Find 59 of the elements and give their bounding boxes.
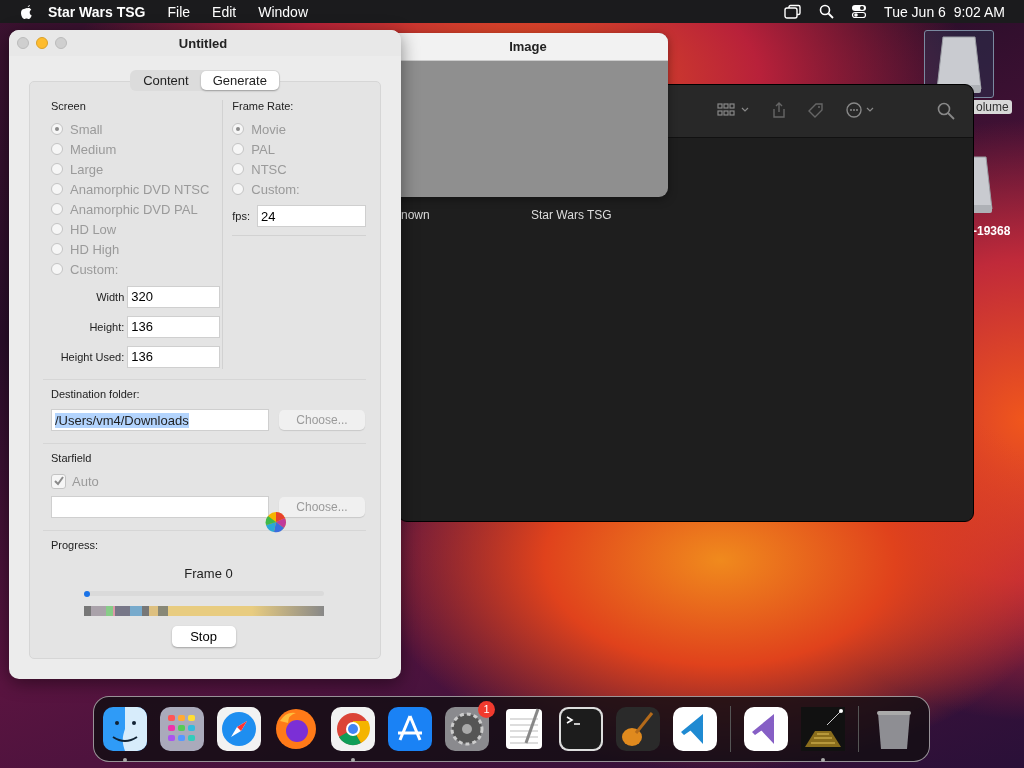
field-label: Height: [89,320,125,333]
share-icon[interactable] [771,102,787,120]
path-field[interactable] [51,496,269,518]
field-label: Width [96,290,125,303]
radio-label: NTSC [251,161,287,177]
finder-face-icon[interactable] [103,707,147,751]
tab[interactable]: Content [131,71,201,90]
radio-label: HD Low [70,221,117,237]
radio-label: Movie [251,121,286,137]
guitar-icon[interactable] [616,707,660,751]
drive-label: olume [973,100,1012,114]
ribbon-icon[interactable] [744,707,788,751]
checkbox-label: Auto [72,473,99,489]
section-label: Destination folder: [51,388,141,402]
toggle-icon[interactable] [851,4,868,19]
path-field[interactable]: /Users/vm4/Downloads [51,409,269,431]
menu-item[interactable]: Edit [212,3,237,20]
compass-icon[interactable] [217,707,261,751]
tag-icon[interactable] [807,102,825,120]
number-field[interactable]: 320 [127,285,221,308]
tab[interactable]: Generate [200,71,279,90]
radio-label: Custom: [70,261,119,277]
number-field[interactable]: 136 [127,345,221,368]
spinning-wheel-cursor-icon [265,511,287,533]
field-label: fps: [232,210,250,222]
stop-button[interactable]: Stop [171,626,236,647]
section-label: Screen [51,100,87,114]
terminal-icon[interactable] [559,707,603,751]
apple-logo-icon [20,3,34,20]
letter-a-icon[interactable] [388,707,432,751]
app-menu[interactable]: Star Wars TSG [48,3,146,20]
fps-field[interactable]: 24 [257,205,366,227]
radio-label: Anamorphic DVD NTSC [70,181,210,197]
search-icon[interactable] [819,4,835,19]
radio-label: Anamorphic DVD PAL [70,201,198,217]
section-label: Progress: [51,539,100,553]
text-crawl-icon[interactable] [801,707,845,751]
menu-item[interactable]: File [167,3,191,20]
number-field[interactable]: 136 [127,315,221,338]
window-title: Untitled [178,35,228,51]
frame-label: Frame 0 [184,566,233,581]
radio-label: HD High [70,241,120,257]
section-label: Starfield [51,452,93,466]
radio-label: Small [70,121,103,137]
section-label: Frame Rate: [232,100,295,114]
file-name[interactable]: Star Wars TSG [531,208,612,222]
radio-label: PAL [251,141,275,157]
radio-label: Custom: [251,181,300,197]
drive-label: -19368 [973,224,1011,238]
field-label: Height Used: [60,350,125,363]
app-grid-icon[interactable] [160,707,204,751]
window-icon[interactable] [784,3,803,20]
file-name[interactable]: nown [401,208,531,222]
gear-icon[interactable] [445,707,489,751]
notification-badge: 1 [478,701,495,718]
menu-bar-clock[interactable]: Tue Jun 6 9:02 AM [884,3,1005,20]
radio-label: Large [70,161,104,177]
radio-label: Medium [70,141,117,157]
menu-item[interactable]: Window [258,3,308,20]
